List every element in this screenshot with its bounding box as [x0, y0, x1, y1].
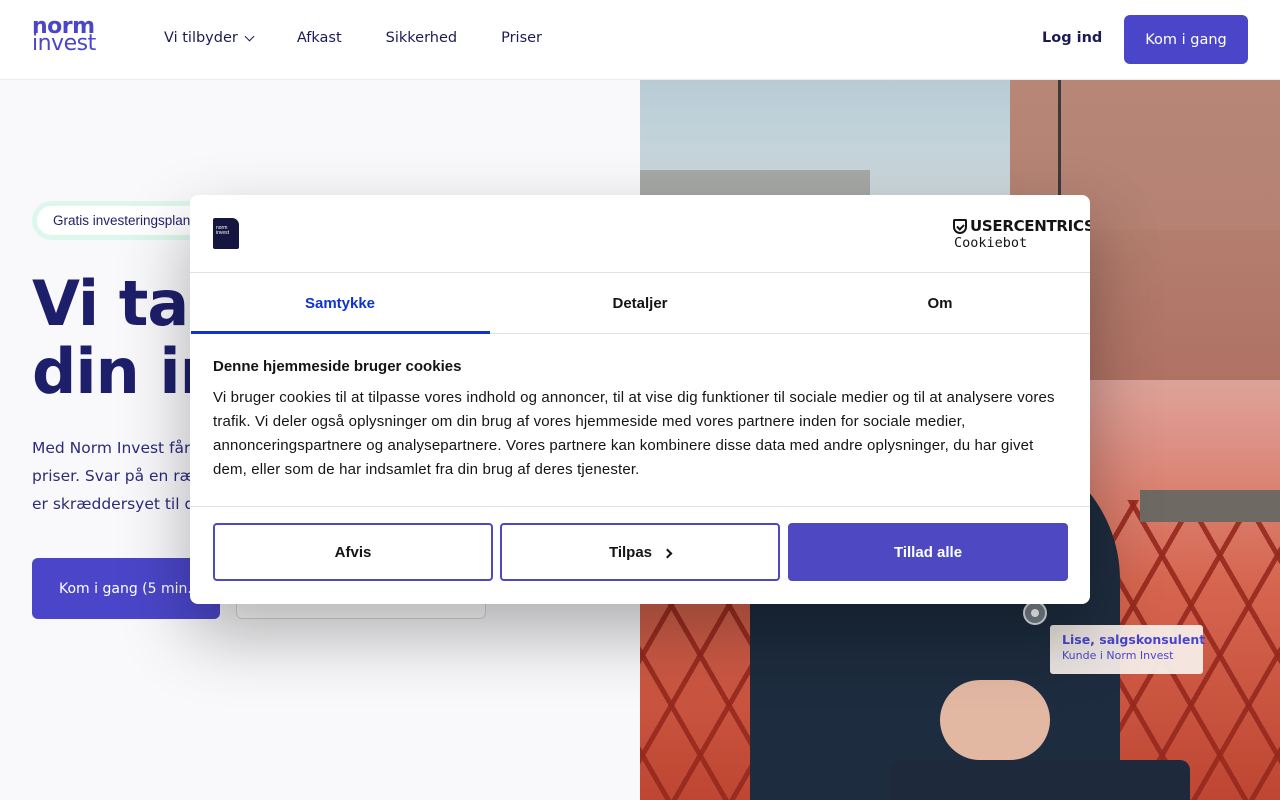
main-nav: Vi tilbyder Afkast Sikkerhed Priser: [164, 30, 542, 46]
tab-detaljer[interactable]: Detaljer: [490, 273, 790, 333]
hotspot-dot-icon[interactable]: [1023, 601, 1047, 625]
provider-name: USERCENTRICS: [970, 217, 1090, 235]
dialog-description: Vi bruger cookies til at tilpasse vores …: [213, 389, 1055, 478]
dialog-footer: Afvis Tilpas Tillad alle: [190, 506, 1090, 604]
tab-samtykke[interactable]: Samtykke: [190, 273, 490, 334]
photo-bag: [890, 760, 1190, 800]
dialog-heading: Denne hjemmeside bruger cookies: [213, 358, 462, 375]
site-header: norm invest Vi tilbyder Afkast Sikkerhed…: [0, 0, 1280, 80]
dialog-body: Denne hjemmeside bruger cookies Vi bruge…: [213, 358, 1068, 482]
caption-name: Lise, salgskonsulent: [1062, 632, 1206, 647]
login-link[interactable]: Log ind: [1042, 30, 1102, 46]
tab-om[interactable]: Om: [790, 273, 1090, 333]
cookie-consent-dialog: norm invest USERCENTRICS Cookiebot Samty…: [190, 195, 1090, 604]
nav-item-priser[interactable]: Priser: [501, 30, 542, 46]
photo-hands: [940, 680, 1050, 760]
norm-invest-logo[interactable]: norm invest: [32, 16, 104, 56]
nav-item-vi-tilbyder[interactable]: Vi tilbyder: [164, 30, 255, 46]
photo-beam: [1140, 490, 1280, 522]
chevron-down-icon: [244, 31, 255, 41]
chevron-right-icon: [662, 548, 673, 558]
customize-label: Tilpas: [608, 543, 653, 561]
photo-caption: Lise, salgskonsulent Kunde i Norm Invest: [1050, 625, 1206, 674]
logo-text-invest: invest: [32, 31, 96, 56]
decline-button[interactable]: Afvis: [213, 523, 493, 581]
usercentrics-wordmark: USERCENTRICS: [953, 217, 1090, 235]
caption-role: Kunde i Norm Invest: [1062, 649, 1174, 662]
shield-check-icon: [953, 218, 967, 234]
allow-all-button[interactable]: Tillad alle: [788, 523, 1068, 581]
usercentrics-cookiebot-logo[interactable]: USERCENTRICS Cookiebot: [953, 217, 1090, 251]
nav-item-afkast[interactable]: Afkast: [297, 30, 342, 46]
nav-item-sikkerhed[interactable]: Sikkerhed: [386, 30, 457, 46]
dialog-header: norm invest USERCENTRICS Cookiebot: [190, 195, 1090, 273]
customize-button[interactable]: Tilpas: [500, 523, 780, 581]
nav-label: Vi tilbyder: [164, 30, 238, 46]
dialog-tabs: Samtykke Detaljer Om: [190, 273, 1090, 334]
provider-product: Cookiebot: [954, 235, 1028, 251]
norm-invest-mini-logo: norm invest: [213, 218, 239, 249]
get-started-button[interactable]: Kom i gang: [1124, 15, 1248, 64]
